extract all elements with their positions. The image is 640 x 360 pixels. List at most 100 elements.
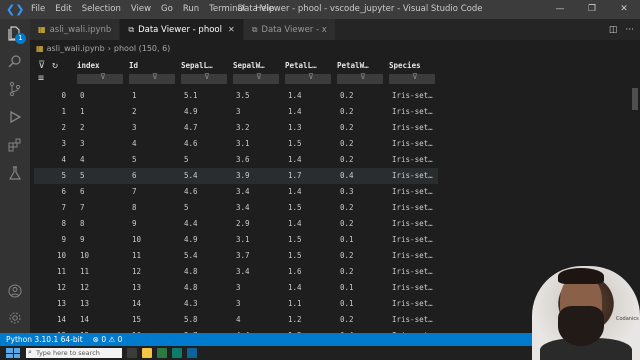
table-cell[interactable]: Iris-set… xyxy=(392,264,433,280)
testing-icon[interactable] xyxy=(0,159,30,187)
table-cell[interactable]: 11 xyxy=(132,248,141,264)
menu-view[interactable]: View xyxy=(126,0,156,19)
row-number[interactable]: 9 xyxy=(34,232,66,248)
table-cell[interactable]: 0.2 xyxy=(340,216,354,232)
table-cell[interactable]: 10 xyxy=(80,248,89,264)
table-cell[interactable]: 3.1 xyxy=(236,232,250,248)
menu-file[interactable]: File xyxy=(26,0,50,19)
table-cell[interactable]: 3.7 xyxy=(236,248,250,264)
table-cell[interactable]: 3.2 xyxy=(236,120,250,136)
table-cell[interactable]: 1.7 xyxy=(288,168,302,184)
table-cell[interactable]: 0.2 xyxy=(340,104,354,120)
row-number[interactable]: 14 xyxy=(34,312,66,328)
close-icon[interactable]: ✕ xyxy=(608,0,640,19)
table-cell[interactable]: 8 xyxy=(132,200,137,216)
table-cell[interactable]: 15 xyxy=(132,312,141,328)
table-cell[interactable]: 1.4 xyxy=(288,280,302,296)
table-row[interactable]: 1 1 2 4.9 3 1.4 0.2 Iris-set… xyxy=(34,104,438,120)
table-cell[interactable]: 4.9 xyxy=(184,232,198,248)
table-cell[interactable]: 3.9 xyxy=(236,168,250,184)
table-cell[interactable]: 4.8 xyxy=(184,280,198,296)
table-cell[interactable]: 5 xyxy=(184,200,189,216)
table-cell[interactable]: 3.4 xyxy=(236,264,250,280)
row-number[interactable]: 10 xyxy=(34,248,66,264)
table-cell[interactable]: 7 xyxy=(80,200,85,216)
row-number[interactable]: 5 xyxy=(34,168,66,184)
run-debug-icon[interactable] xyxy=(0,103,30,131)
table-cell[interactable]: Iris-set… xyxy=(392,232,433,248)
table-cell[interactable]: 1.4 xyxy=(288,88,302,104)
tab-data-viewer-phool[interactable]: ⧉ Data Viewer - phool ✕ xyxy=(120,19,244,40)
table-cell[interactable]: 5 xyxy=(80,168,85,184)
table-cell[interactable]: 0.4 xyxy=(340,168,354,184)
table-cell[interactable]: 12 xyxy=(132,264,141,280)
table-row[interactable]: 4 4 5 5 3.6 1.4 0.2 Iris-set… xyxy=(34,152,438,168)
table-cell[interactable]: 0.2 xyxy=(340,200,354,216)
table-cell[interactable]: 3 xyxy=(236,104,241,120)
column-header-index[interactable]: index xyxy=(74,58,126,88)
row-number[interactable]: 7 xyxy=(34,200,66,216)
restore-icon[interactable]: ❐ xyxy=(576,0,608,19)
table-cell[interactable]: 1.5 xyxy=(288,200,302,216)
table-cell[interactable]: 0.2 xyxy=(340,120,354,136)
menu-selection[interactable]: Selection xyxy=(77,0,126,19)
table-cell[interactable]: 11 xyxy=(80,264,89,280)
column-header-id[interactable]: Id xyxy=(126,58,178,88)
table-cell[interactable]: 1.1 xyxy=(288,296,302,312)
table-cell[interactable]: 0.1 xyxy=(340,280,354,296)
table-cell[interactable]: 3.4 xyxy=(236,184,250,200)
tab-close-icon[interactable]: ✕ xyxy=(228,25,235,34)
column-filter-input[interactable] xyxy=(129,72,175,84)
table-cell[interactable]: 3.1 xyxy=(236,136,250,152)
table-cell[interactable]: 9 xyxy=(80,232,85,248)
table-cell[interactable]: 4.4 xyxy=(184,216,198,232)
column-header-sepal-width[interactable]: SepalW… xyxy=(230,58,282,88)
table-cell[interactable]: 12 xyxy=(80,280,89,296)
table-cell[interactable]: 1.5 xyxy=(288,232,302,248)
explorer-icon[interactable] xyxy=(0,19,30,47)
table-cell[interactable]: 1.4 xyxy=(288,184,302,200)
tab-data-viewer-x[interactable]: ⧉ Data Viewer - x xyxy=(243,19,336,40)
table-row[interactable]: 3 3 4 4.6 3.1 1.5 0.2 Iris-set… xyxy=(34,136,438,152)
table-cell[interactable]: 3.5 xyxy=(236,88,250,104)
app-icon[interactable] xyxy=(172,348,182,358)
breadcrumb-file[interactable]: asli_wali.ipynb xyxy=(47,44,105,53)
split-editor-icon[interactable]: ◫ xyxy=(609,25,618,35)
table-row[interactable]: 0 0 1 5.1 3.5 1.4 0.2 Iris-set… xyxy=(34,88,438,104)
table-cell[interactable]: Iris-set… xyxy=(392,104,433,120)
settings-gear-icon[interactable] xyxy=(0,304,30,332)
table-cell[interactable]: 4.3 xyxy=(184,296,198,312)
table-cell[interactable]: 5 xyxy=(184,152,189,168)
table-cell[interactable]: 14 xyxy=(132,296,141,312)
scrollbar-thumb[interactable] xyxy=(632,88,638,110)
table-cell[interactable]: 3.4 xyxy=(236,200,250,216)
refresh-icon[interactable]: ↻ xyxy=(52,60,58,71)
row-number[interactable]: 1 xyxy=(34,104,66,120)
breadcrumb-item[interactable]: phool (150, 6) xyxy=(114,44,170,53)
column-filter-input[interactable] xyxy=(181,72,227,84)
taskbar-search-input[interactable]: Type here to search xyxy=(26,347,122,358)
task-view-icon[interactable] xyxy=(127,348,137,358)
python-interpreter[interactable]: Python 3.10.1 64-bit xyxy=(6,335,83,344)
table-cell[interactable]: 5.4 xyxy=(184,248,198,264)
table-cell[interactable]: Iris-set… xyxy=(392,88,433,104)
table-cell[interactable]: 4.9 xyxy=(184,104,198,120)
row-number[interactable]: 11 xyxy=(34,264,66,280)
table-cell[interactable]: 1.4 xyxy=(288,152,302,168)
account-icon[interactable] xyxy=(0,277,30,305)
table-row[interactable]: 6 6 7 4.6 3.4 1.4 0.3 Iris-set… xyxy=(34,184,438,200)
table-cell[interactable]: 13 xyxy=(80,296,89,312)
table-cell[interactable]: 1 xyxy=(132,88,137,104)
table-cell[interactable]: 3 xyxy=(80,136,85,152)
search-icon[interactable] xyxy=(0,47,30,75)
column-header-petal-width[interactable]: PetalW… xyxy=(334,58,386,88)
table-cell[interactable]: 4.8 xyxy=(184,264,198,280)
column-header-petal-length[interactable]: PetalL… xyxy=(282,58,334,88)
column-filter-input[interactable] xyxy=(389,72,435,84)
table-cell[interactable]: 3 xyxy=(132,120,137,136)
table-cell[interactable]: 1.5 xyxy=(288,248,302,264)
row-number[interactable]: 8 xyxy=(34,216,66,232)
table-cell[interactable]: 10 xyxy=(132,232,141,248)
table-cell[interactable]: Iris-set… xyxy=(392,168,433,184)
row-number[interactable]: 3 xyxy=(34,136,66,152)
